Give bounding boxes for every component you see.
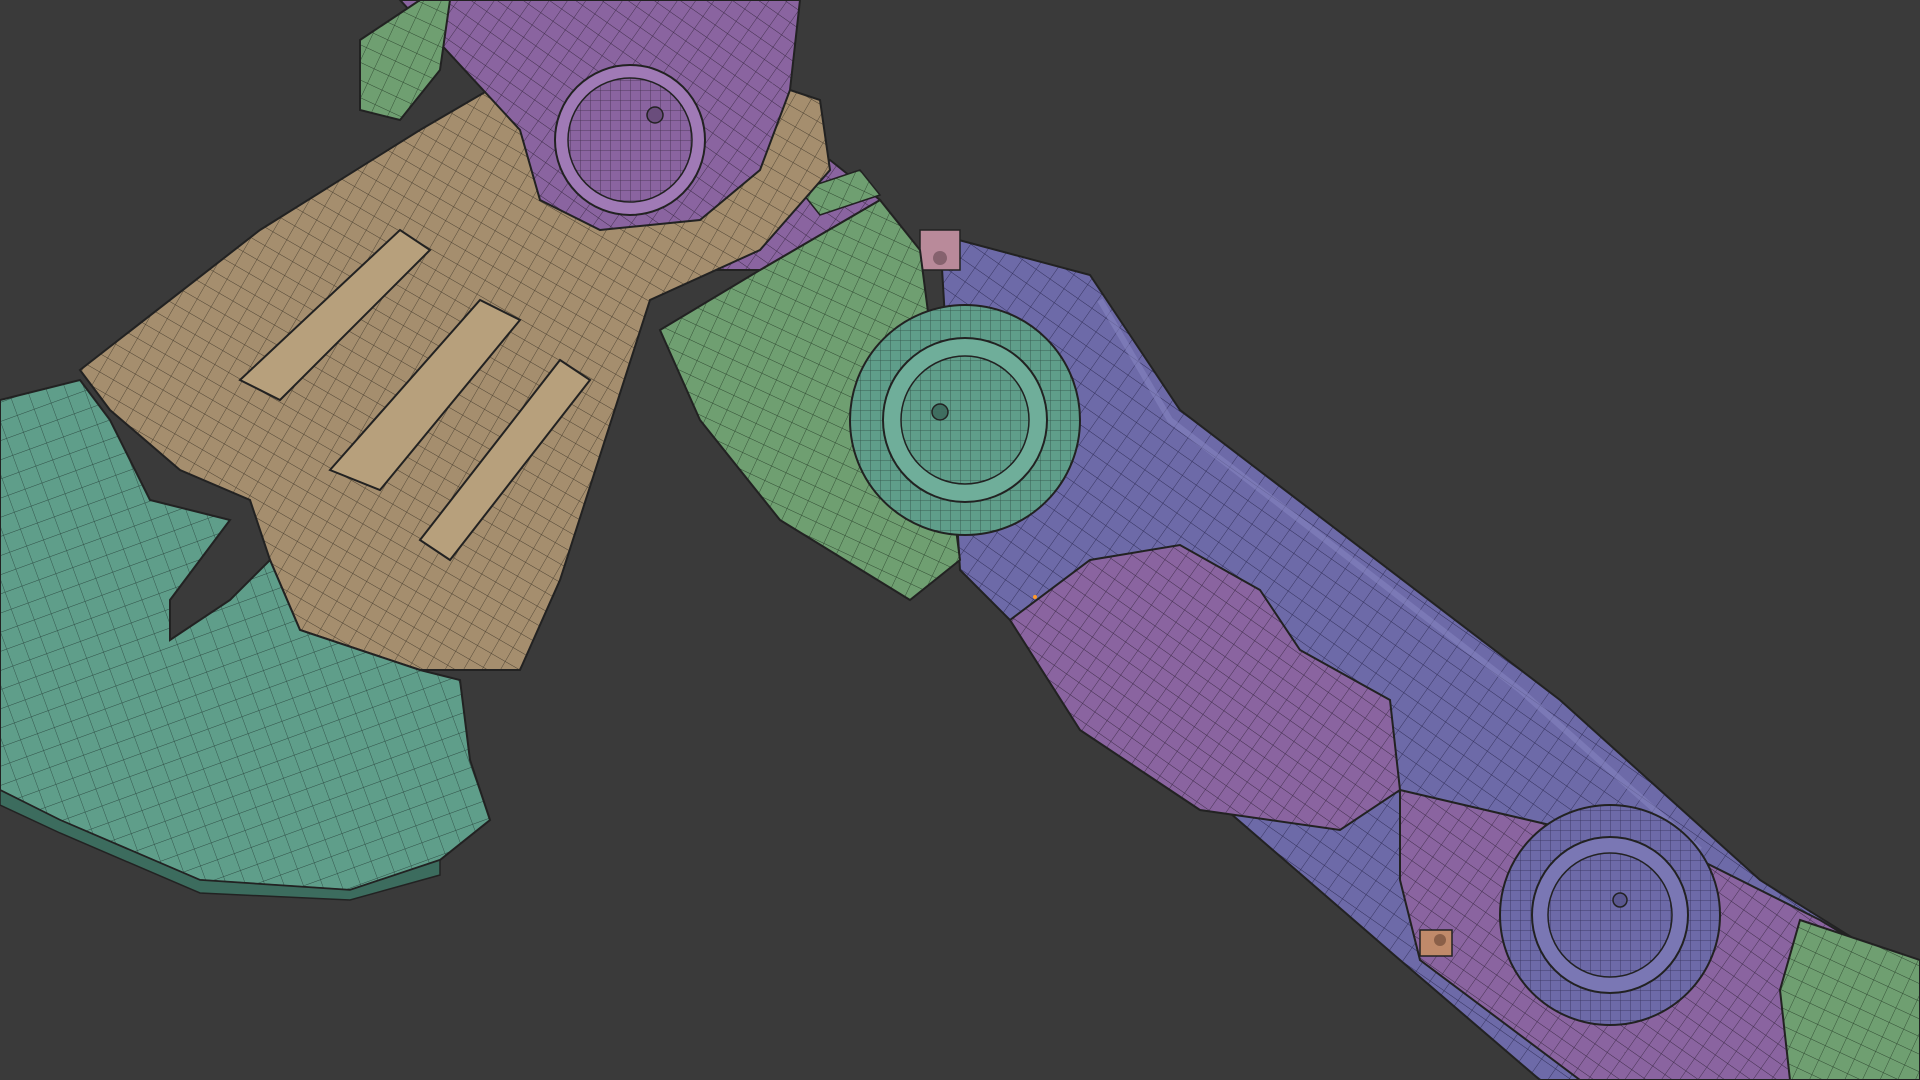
wheel-knob-lower <box>1499 804 1721 1026</box>
3d-viewport[interactable] <box>0 0 1920 1080</box>
vertex-marker <box>1033 595 1037 599</box>
wheel-knob-upper <box>849 304 1081 536</box>
small-screw-upper <box>919 229 961 271</box>
mesh-render <box>0 0 1920 1080</box>
small-screw-lower <box>1419 929 1453 957</box>
